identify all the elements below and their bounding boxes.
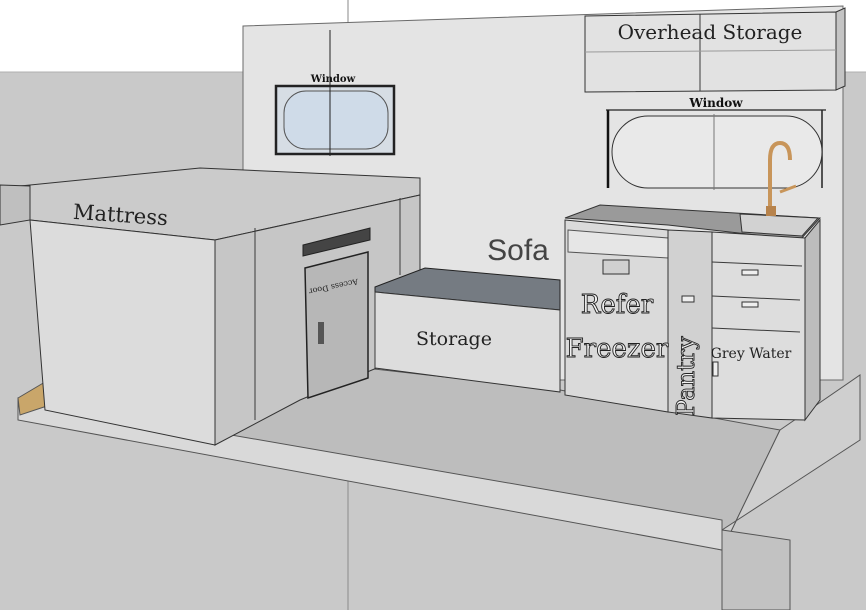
overhead-storage-label: Overhead Storage	[618, 20, 803, 44]
pantry-label: Pantry	[672, 336, 700, 416]
right-window	[606, 109, 826, 190]
sofa-label: Sofa	[487, 234, 549, 267]
storage-label: Storage	[416, 328, 492, 350]
right-window-label: Window	[688, 96, 743, 110]
left-window-label: Window	[310, 74, 356, 85]
van-layout-scene: Overhead Storage Window Window Mattress …	[0, 0, 866, 610]
grey-water-label: Grey Water	[711, 346, 792, 362]
freezer-label: Freezer	[566, 334, 669, 364]
floor-base-right	[721, 529, 791, 610]
refer-label: Refer	[581, 290, 654, 320]
